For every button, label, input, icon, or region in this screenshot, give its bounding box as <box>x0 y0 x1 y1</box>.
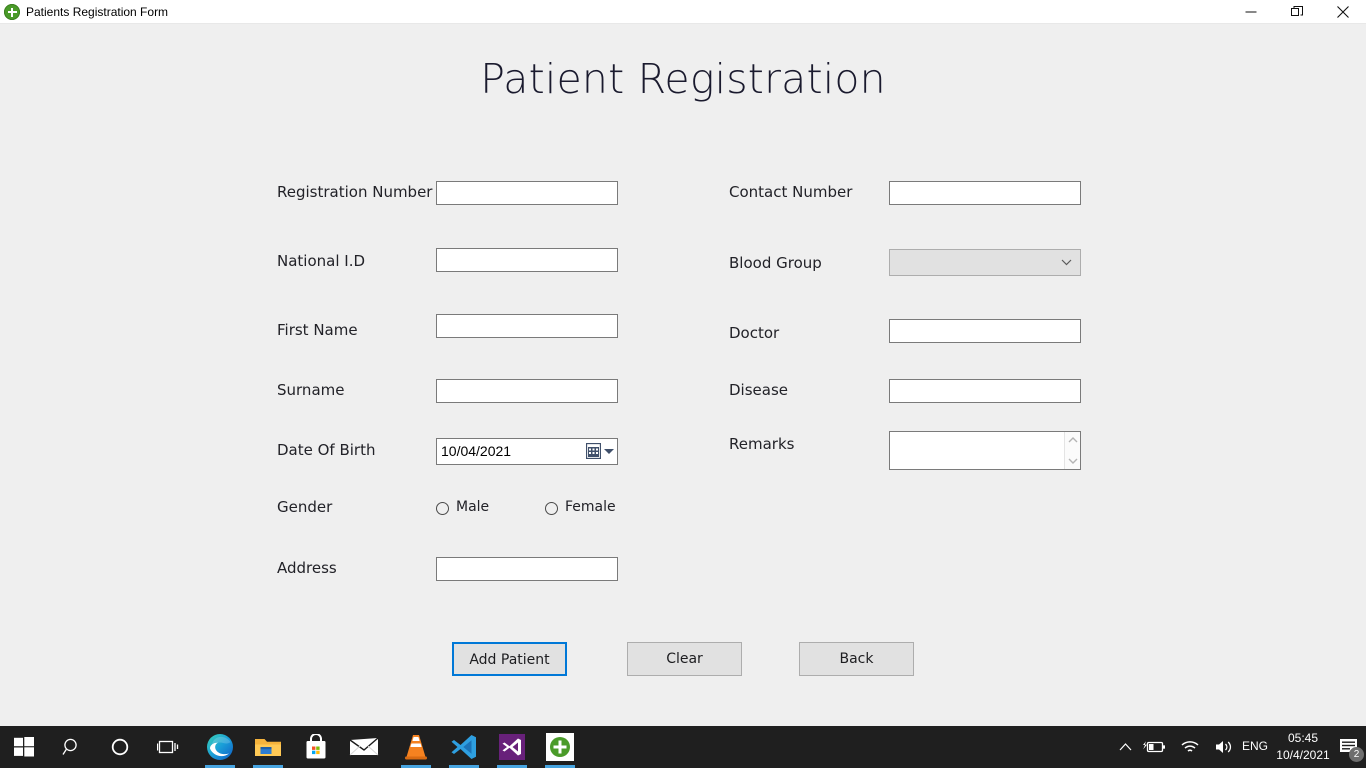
label-doctor: Doctor <box>729 324 780 342</box>
minimize-icon <box>1245 11 1257 13</box>
visual-studio-button[interactable] <box>488 726 536 768</box>
radio-female-dot <box>545 502 558 515</box>
label-contact-number: Contact Number <box>729 183 853 201</box>
label-national-id: National I.D <box>277 252 366 270</box>
maximize-button[interactable] <box>1274 0 1320 24</box>
search-icon <box>62 738 77 755</box>
patients-app-button[interactable] <box>536 726 584 768</box>
file-explorer-button[interactable] <box>244 726 292 768</box>
add-patient-button[interactable]: Add Patient <box>452 642 567 676</box>
notification-badge: 2 <box>1349 747 1364 762</box>
registration-number-input[interactable] <box>436 181 618 205</box>
disease-input[interactable] <box>889 379 1081 403</box>
chevron-down-icon[interactable] <box>604 449 614 454</box>
radio-male-label: Male <box>456 499 490 515</box>
vscode-icon <box>451 735 476 759</box>
date-of-birth-picker[interactable]: 10/04/2021 <box>436 438 618 465</box>
scroll-up-icon[interactable] <box>1068 437 1078 443</box>
restore-icon <box>1291 6 1303 16</box>
windows-taskbar: ENG 05:45 10/4/2021 2 <box>0 726 1366 768</box>
vlc-cone-icon <box>405 735 427 760</box>
store-bag-icon <box>306 734 326 759</box>
search-button[interactable] <box>48 726 96 768</box>
visual-studio-icon <box>499 734 525 760</box>
start-button[interactable] <box>0 726 48 768</box>
window-title-bar: Patients Registration Form <box>0 0 1366 24</box>
windows-logo-icon <box>14 737 34 757</box>
label-blood-group: Blood Group <box>729 254 822 272</box>
label-surname: Surname <box>277 381 345 399</box>
green-plus-icon <box>546 733 574 761</box>
address-input[interactable] <box>436 557 618 581</box>
folder-icon <box>255 739 281 756</box>
chevron-down-icon <box>1061 259 1072 266</box>
wifi-icon[interactable] <box>1180 740 1200 755</box>
edge-icon <box>207 734 233 760</box>
speaker-icon[interactable] <box>1214 739 1234 755</box>
close-button[interactable] <box>1320 0 1366 24</box>
calendar-icon <box>586 443 601 459</box>
label-date-of-birth: Date Of Birth <box>277 441 376 459</box>
blood-group-combobox[interactable] <box>889 249 1081 276</box>
label-disease: Disease <box>729 381 788 399</box>
show-hidden-icons-button[interactable] <box>1119 743 1132 752</box>
microsoft-store-button[interactable] <box>292 726 340 768</box>
language-indicator[interactable]: ENG <box>1242 739 1268 753</box>
battery-charging-icon[interactable] <box>1142 739 1166 755</box>
task-view-button[interactable] <box>144 726 192 768</box>
vlc-button[interactable] <box>392 726 440 768</box>
edge-button[interactable] <box>196 726 244 768</box>
remarks-scrollbar[interactable] <box>1064 432 1080 469</box>
contact-number-input[interactable] <box>889 181 1081 205</box>
window-title: Patients Registration Form <box>26 5 169 19</box>
date-of-birth-value: 10/04/2021 <box>441 443 512 459</box>
surname-input[interactable] <box>436 379 618 403</box>
clear-button[interactable]: Clear <box>627 642 742 676</box>
green-plus-icon <box>4 4 20 20</box>
label-first-name: First Name <box>277 321 358 339</box>
notification-center-button[interactable]: 2 <box>1336 726 1366 768</box>
label-remarks: Remarks <box>729 435 795 453</box>
doctor-input[interactable] <box>889 319 1081 343</box>
clock-time: 05:45 <box>1287 731 1319 745</box>
task-view-icon <box>157 740 179 754</box>
first-name-input[interactable] <box>436 314 618 338</box>
label-gender: Gender <box>277 498 333 516</box>
clock-date: 10/4/2021 <box>1276 748 1330 762</box>
clock[interactable]: 05:45 10/4/2021 <box>1272 730 1334 764</box>
national-id-input[interactable] <box>436 248 618 272</box>
mail-button[interactable] <box>340 726 388 768</box>
remarks-textarea[interactable] <box>889 431 1081 470</box>
radio-female-label: Female <box>565 499 616 515</box>
scroll-down-icon[interactable] <box>1068 458 1078 464</box>
cortana-circle-icon <box>111 738 129 756</box>
radio-male-dot <box>436 502 449 515</box>
back-button[interactable]: Back <box>799 642 914 676</box>
close-icon <box>1337 6 1349 18</box>
application-window: Patients Registration Form Patient Regis… <box>0 0 1366 768</box>
label-address: Address <box>277 559 337 577</box>
cortana-button[interactable] <box>96 726 144 768</box>
mail-envelope-icon <box>349 737 379 756</box>
label-registration-number: Registration Number <box>277 183 433 201</box>
page-title: Patient Registration <box>480 55 886 103</box>
vscode-button[interactable] <box>440 726 488 768</box>
minimize-button[interactable] <box>1228 0 1274 24</box>
